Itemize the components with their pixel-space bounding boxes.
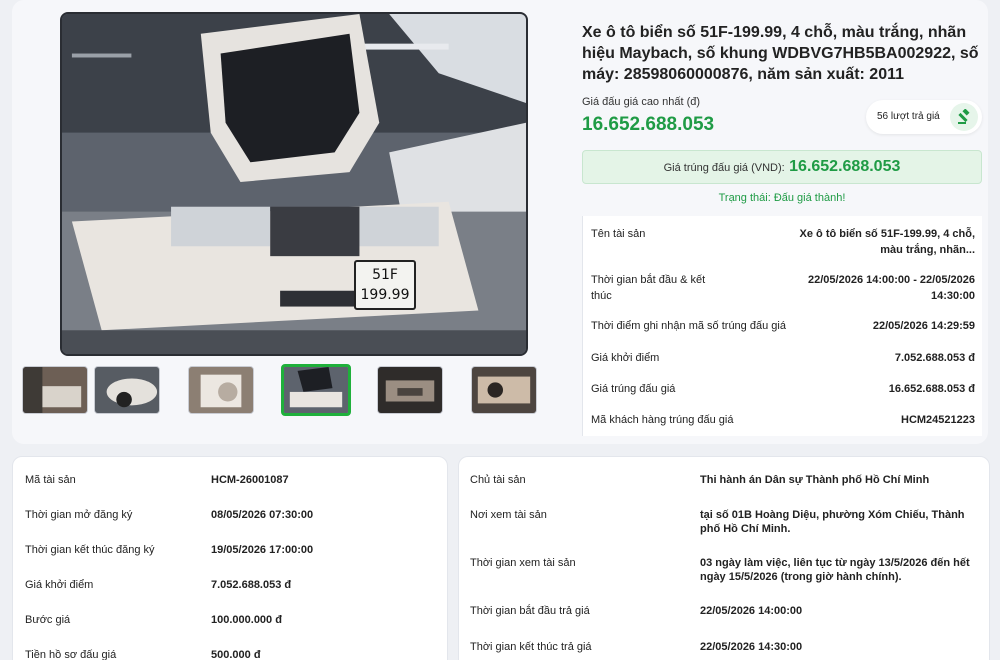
- info-value: 22/05/2026 14:00:00 - 22/05/2026 14:30:0…: [808, 274, 975, 302]
- owner-details-card: Chủ tài sản Thi hành án Dân sự Thành phố…: [458, 456, 990, 660]
- winning-price-label: Giá trúng đấu giá (VND):: [663, 162, 785, 174]
- detail-value: 22/05/2026 14:30:00: [700, 641, 803, 653]
- thumbnail-1[interactable]: [22, 366, 88, 414]
- detail-value: 19/05/2026 17:00:00: [211, 544, 314, 556]
- detail-key: Bước giá: [25, 614, 71, 626]
- detail-value: HCM-26001087: [211, 474, 289, 486]
- thumbnail-5[interactable]: [377, 366, 443, 414]
- detail-key: Chủ tài sản: [470, 474, 526, 486]
- info-key: Giá trúng đấu giá: [591, 383, 676, 395]
- info-value: HCM24521223: [901, 414, 975, 426]
- auction-result-table: Tên tài sản Xe ô tô biển số 51F-199.99, …: [582, 216, 982, 436]
- detail-value: 03 ngày làm việc, liên tục từ ngày 13/5/…: [700, 557, 970, 583]
- highest-bid-value: 16.652.688.053: [582, 114, 715, 135]
- detail-key: Mã tài sản: [25, 474, 76, 486]
- license-plate: 51F 199.99: [354, 260, 416, 310]
- asset-title: Xe ô tô biển số 51F-199.99, 4 chỗ, màu t…: [582, 24, 979, 83]
- detail-value: Thi hành án Dân sự Thành phố Hồ Chí Minh: [700, 474, 930, 486]
- detail-value: 100.000.000 đ: [211, 614, 282, 626]
- detail-key: Thời gian kết thúc trả giá: [470, 641, 592, 653]
- plate-line-2: 199.99: [360, 287, 410, 303]
- winning-price-box: Giá trúng đấu giá (VND): 16.652.688.053: [582, 150, 982, 184]
- detail-key: Thời gian xem tài sản: [470, 557, 576, 569]
- detail-value: 500.000 đ: [211, 649, 261, 660]
- detail-value: 22/05/2026 14:00:00: [700, 605, 803, 617]
- detail-key: Tiền hồ sơ đấu giá: [25, 649, 117, 660]
- auction-status: Trạng thái: Đấu giá thành!: [718, 192, 846, 204]
- info-key: Thời gian bắt đầu & kết thúc: [591, 274, 706, 302]
- detail-key: Thời gian mở đăng ký: [25, 509, 133, 521]
- highest-bid-label: Giá đấu giá cao nhất (đ): [582, 96, 701, 108]
- detail-key: Giá khởi điểm: [25, 579, 94, 591]
- gavel-icon[interactable]: [950, 103, 978, 131]
- detail-key: Nơi xem tài sản: [470, 509, 547, 521]
- winning-price-value: 16.652.688.053: [789, 158, 901, 175]
- detail-value: tại số 01B Hoàng Diệu, phường Xóm Chiếu,…: [700, 509, 965, 535]
- info-value: Xe ô tô biển số 51F-199.99, 4 chỗ, màu t…: [799, 228, 975, 256]
- info-value: 7.052.688.053 đ: [894, 352, 975, 364]
- detail-value: 7.052.688.053 đ: [211, 579, 292, 591]
- info-value: 22/05/2026 14:29:59: [872, 320, 975, 332]
- thumbnail-4-selected[interactable]: [281, 364, 351, 416]
- detail-key: Thời gian kết thúc đăng ký: [25, 544, 155, 556]
- thumbnail-6[interactable]: [471, 366, 537, 414]
- bid-count-pill[interactable]: 56 lượt trả giá: [866, 100, 982, 134]
- thumbnail-2[interactable]: [94, 366, 160, 414]
- bid-count: 56 lượt trả giá: [877, 111, 940, 122]
- main-vehicle-photo[interactable]: 51F 199.99: [60, 12, 528, 356]
- thumbnail-3[interactable]: [188, 366, 254, 414]
- detail-value: 08/05/2026 07:30:00: [211, 509, 314, 521]
- plate-line-1: 51F: [372, 267, 398, 283]
- info-key: Mã khách hàng trúng đấu giá: [591, 414, 734, 426]
- detail-key: Thời gian bắt đầu trả giá: [470, 605, 590, 617]
- info-key: Giá khởi điểm: [591, 352, 660, 364]
- info-value: 16.652.688.053 đ: [888, 383, 975, 395]
- info-key: Tên tài sản: [591, 228, 646, 240]
- asset-details-card: Mã tài sản HCM-26001087 Thời gian mở đăn…: [12, 456, 448, 660]
